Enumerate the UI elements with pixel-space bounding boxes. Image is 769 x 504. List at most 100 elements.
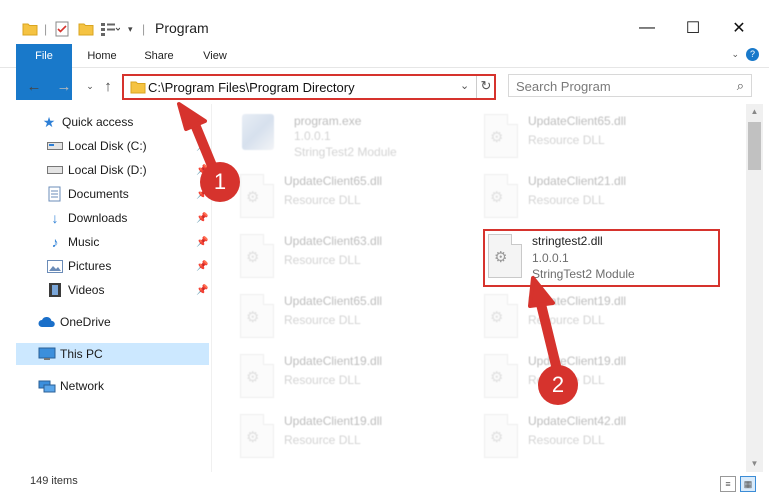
forward-arrow-icon[interactable]: → (54, 78, 74, 95)
refresh-icon[interactable]: ↻ (478, 78, 494, 96)
file-name: UpdateClient65.dll (284, 294, 383, 308)
file-item[interactable]: ⚙ UpdateClient19.dll Resource DLL (240, 350, 475, 406)
scroll-up-icon[interactable]: ▲ (746, 104, 763, 120)
nav-item-local-disk-d[interactable]: Local Disk (D:) (46, 159, 147, 181)
navigation-pane: ★ Quick access Local Disk (C:) 📌 Local D… (16, 108, 210, 468)
file-name: UpdateClient65.dll (528, 114, 627, 128)
up-arrow-icon[interactable]: ↑ (98, 78, 118, 95)
file-name: program.exe (294, 114, 362, 128)
nav-label: Videos (68, 283, 105, 297)
file-item[interactable]: ⚙ UpdateClient19.dll Resource DLL (484, 350, 719, 406)
nav-item-pictures[interactable]: Pictures (46, 255, 111, 277)
gear-icon: ⚙ (490, 369, 504, 386)
properties-icon[interactable] (55, 19, 69, 39)
item-count: 149 items (30, 475, 78, 487)
pin-icon[interactable]: 📌 (196, 213, 208, 224)
nav-label: Local Disk (C:) (68, 139, 147, 153)
file-item[interactable]: ⚙ UpdateClient19.dll Resource DLL (240, 410, 475, 466)
scroll-thumb[interactable] (748, 122, 761, 170)
customize-toolbar-icon[interactable]: ▾ (128, 19, 133, 39)
search-input[interactable] (516, 78, 726, 94)
highlight-box (483, 229, 720, 287)
nav-label: Documents (68, 187, 129, 201)
nav-label: Pictures (68, 259, 112, 273)
program-exe-icon (242, 114, 274, 150)
recent-locations-icon[interactable]: ⌄ (80, 78, 100, 94)
vertical-scrollbar[interactable]: ▲ ▼ (746, 104, 763, 472)
folder-icon (130, 81, 146, 97)
pane-divider (211, 104, 212, 472)
file-name: UpdateClient63.dll (284, 234, 383, 248)
pin-icon[interactable]: 📌 (196, 237, 208, 248)
scroll-down-icon[interactable]: ▼ (746, 456, 763, 472)
back-arrow-icon[interactable]: ← (24, 78, 44, 95)
status-bar: 149 items ≡ ▦ (0, 472, 769, 504)
file-name: UpdateClient19.dll (528, 354, 627, 368)
gear-icon: ⚙ (490, 309, 504, 326)
file-item[interactable]: ⚙ UpdateClient21.dll Resource DLL (484, 170, 719, 226)
nav-item-videos[interactable]: Videos (46, 279, 104, 301)
download-arrow-icon: ↓ (51, 210, 59, 226)
nav-label: OneDrive (60, 315, 111, 329)
tab-view[interactable]: View (196, 44, 234, 68)
address-dropdown-icon[interactable]: ⌄ (460, 79, 469, 92)
file-item[interactable]: ⚙ UpdateClient19.dll Resource DLL (484, 290, 719, 346)
file-type: Resource DLL (528, 433, 605, 447)
new-folder-icon[interactable] (78, 19, 94, 39)
tab-home[interactable]: Home (80, 44, 124, 68)
pin-icon[interactable]: 📌 (196, 261, 208, 272)
pin-icon[interactable]: 📌 (196, 141, 208, 152)
file-item[interactable]: ⚙ UpdateClient65.dll Resource DLL (484, 110, 719, 166)
nav-item-music[interactable]: ♪ Music (46, 231, 100, 253)
file-type: Resource DLL (284, 313, 361, 327)
window-title: Program (155, 20, 209, 36)
file-type: Resource DLL (528, 193, 605, 207)
ribbon: File Home Share View ⌄ ? (0, 44, 769, 100)
title-bar: | ▾ | Program — ☐ ✕ (0, 0, 769, 44)
nav-network[interactable]: Network (38, 375, 104, 397)
nav-item-local-disk-c[interactable]: Local Disk (C:) (46, 135, 147, 157)
file-type: Resource DLL (528, 313, 605, 327)
file-item[interactable]: ⚙ UpdateClient65.dll Resource DLL (240, 170, 475, 226)
nav-item-documents[interactable]: Documents (46, 183, 129, 205)
search-icon[interactable]: ⌕ (737, 78, 744, 94)
nav-label: Music (68, 235, 100, 249)
step-badge-2: 2 (538, 365, 578, 405)
gear-icon: ⚙ (490, 429, 504, 446)
pin-icon[interactable]: 📌 (196, 285, 208, 296)
gear-icon: ⚙ (246, 369, 260, 386)
tiles-view-icon[interactable]: ▦ (740, 476, 756, 492)
tab-share[interactable]: Share (138, 44, 180, 68)
drive-icon (46, 138, 64, 154)
minimize-button[interactable]: — (624, 16, 670, 40)
close-button[interactable]: ✕ (716, 16, 762, 40)
nav-this-pc[interactable]: This PC (16, 343, 209, 365)
separator: | (142, 22, 146, 36)
nav-onedrive[interactable]: OneDrive (38, 311, 111, 333)
details-view-icon[interactable]: ≡ (720, 476, 736, 492)
file-name: UpdateClient42.dll (528, 414, 627, 428)
file-item[interactable]: ⚙ UpdateClient65.dll Resource DLL (240, 290, 475, 346)
nav-label: Downloads (68, 211, 128, 225)
file-item[interactable]: program.exe 1.0.0.1 StringTest2 Module (242, 110, 477, 166)
nav-quick-access[interactable]: ★ Quick access (40, 111, 134, 133)
expand-ribbon-icon[interactable]: ⌄ (731, 49, 739, 60)
gear-icon: ⚙ (246, 429, 260, 446)
file-type: Resource DLL (528, 133, 605, 147)
gear-icon: ⚙ (246, 249, 260, 266)
file-type: Resource DLL (284, 193, 361, 207)
file-name: UpdateClient19.dll (284, 414, 383, 428)
search-box[interactable]: ⌕ (508, 74, 752, 97)
address-path[interactable]: C:\Program Files\Program Directory (148, 80, 355, 95)
maximize-button[interactable]: ☐ (670, 16, 716, 40)
file-type: Resource DLL (284, 433, 361, 447)
view-options-icon[interactable] (100, 19, 120, 39)
file-item[interactable]: ⚙ UpdateClient63.dll Resource DLL (240, 230, 475, 286)
file-item[interactable]: ⚙ UpdateClient42.dll Resource DLL (484, 410, 719, 466)
star-icon: ★ (42, 113, 56, 130)
nav-label: This PC (60, 347, 103, 361)
help-icon[interactable]: ? (746, 48, 759, 61)
address-bar[interactable]: C:\Program Files\Program Directory ⌄ ↻ (122, 74, 496, 100)
file-name: UpdateClient65.dll (284, 174, 383, 188)
nav-item-downloads[interactable]: ↓ Downloads (46, 207, 128, 229)
